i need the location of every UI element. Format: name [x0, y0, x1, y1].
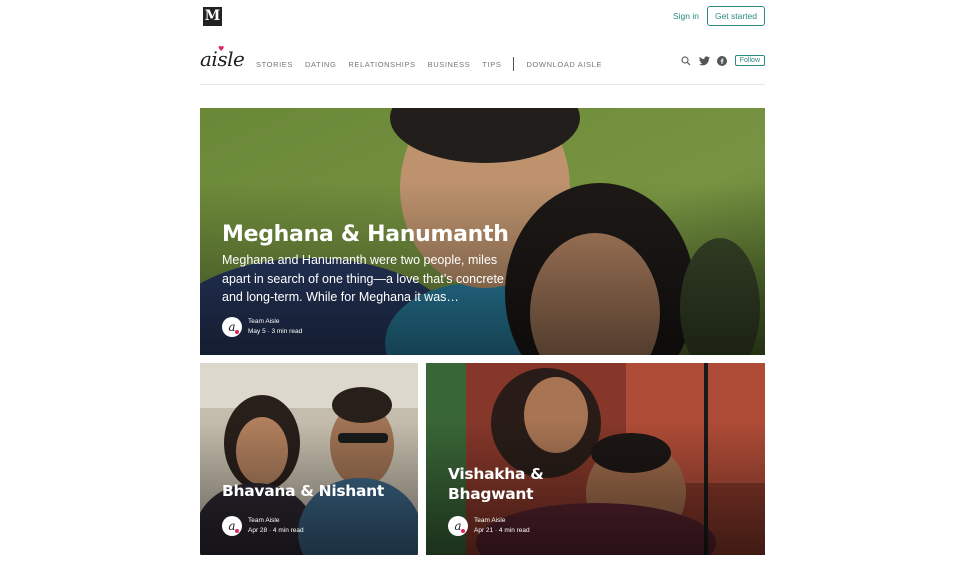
story-byline: a Team Aisle Apr 21 · 4 min read	[448, 516, 530, 536]
heart-dot-icon	[235, 330, 239, 334]
story-card[interactable]: Vishakha & Bhagwant a Team Aisle Apr 21 …	[426, 363, 765, 555]
featured-title[interactable]: Meghana & Hanumanth	[222, 222, 509, 247]
publication-nav: aisle ♥ STORIES DATING RELATIONSHIPS BUS…	[200, 45, 765, 77]
post-meta: Apr 21 · 4 min read	[474, 527, 530, 534]
nav-link-tips[interactable]: TIPS	[482, 60, 501, 69]
story-card[interactable]: Bhavana & Nishant a Team Aisle Apr 28 · …	[200, 363, 418, 555]
featured-subtitle: Meghana and Hanumanth were two people, m…	[222, 253, 504, 304]
post-meta: May 5 · 3 min read	[248, 328, 303, 335]
nav-divider-line	[200, 84, 765, 85]
story-title[interactable]: Bhavana & Nishant	[222, 482, 384, 500]
post-meta: Apr 28 · 4 min read	[248, 527, 304, 534]
get-started-button[interactable]: Get started	[707, 6, 765, 26]
story-byline: a Team Aisle Apr 28 · 4 min read	[222, 516, 304, 536]
heart-dot-icon	[235, 529, 239, 533]
aisle-logo[interactable]: aisle ♥	[200, 45, 245, 71]
nav-link-dating[interactable]: DATING	[305, 60, 336, 69]
author-avatar[interactable]: a	[448, 516, 468, 536]
story-title[interactable]: Vishakha & Bhagwant	[448, 464, 588, 504]
author-name[interactable]: Team Aisle	[248, 317, 302, 327]
author-name[interactable]: Team Aisle	[474, 516, 530, 526]
featured-story-card[interactable]: Meghana & Hanumanth Meghana and Hanumant…	[200, 108, 765, 355]
nav-link-stories[interactable]: STORIES	[256, 60, 293, 69]
nav-divider	[513, 57, 515, 71]
nav-link-business[interactable]: BUSINESS	[428, 60, 471, 69]
facebook-icon[interactable]	[717, 55, 728, 66]
author-name[interactable]: Team Aisle	[248, 516, 304, 526]
search-icon[interactable]	[681, 55, 692, 66]
featured-byline: a Team Aisle May 5 · 3 min read	[222, 317, 302, 337]
nav-actions: Follow	[674, 55, 765, 66]
author-avatar[interactable]: a	[222, 516, 242, 536]
nav-links: STORIES DATING RELATIONSHIPS BUSINESS TI…	[256, 57, 614, 71]
author-avatar[interactable]: a	[222, 317, 242, 337]
follow-button[interactable]: Follow	[734, 55, 765, 66]
top-bar: M Sign in Get started	[200, 0, 765, 34]
sign-in-link[interactable]: Sign in	[673, 11, 699, 21]
medium-logo[interactable]: M	[203, 7, 222, 26]
heart-icon: ♥	[218, 45, 224, 53]
nav-link-download[interactable]: DOWNLOAD AISLE	[526, 60, 602, 69]
heart-dot-icon	[461, 529, 465, 533]
nav-link-relationships[interactable]: RELATIONSHIPS	[348, 60, 415, 69]
twitter-icon[interactable]	[698, 55, 710, 66]
